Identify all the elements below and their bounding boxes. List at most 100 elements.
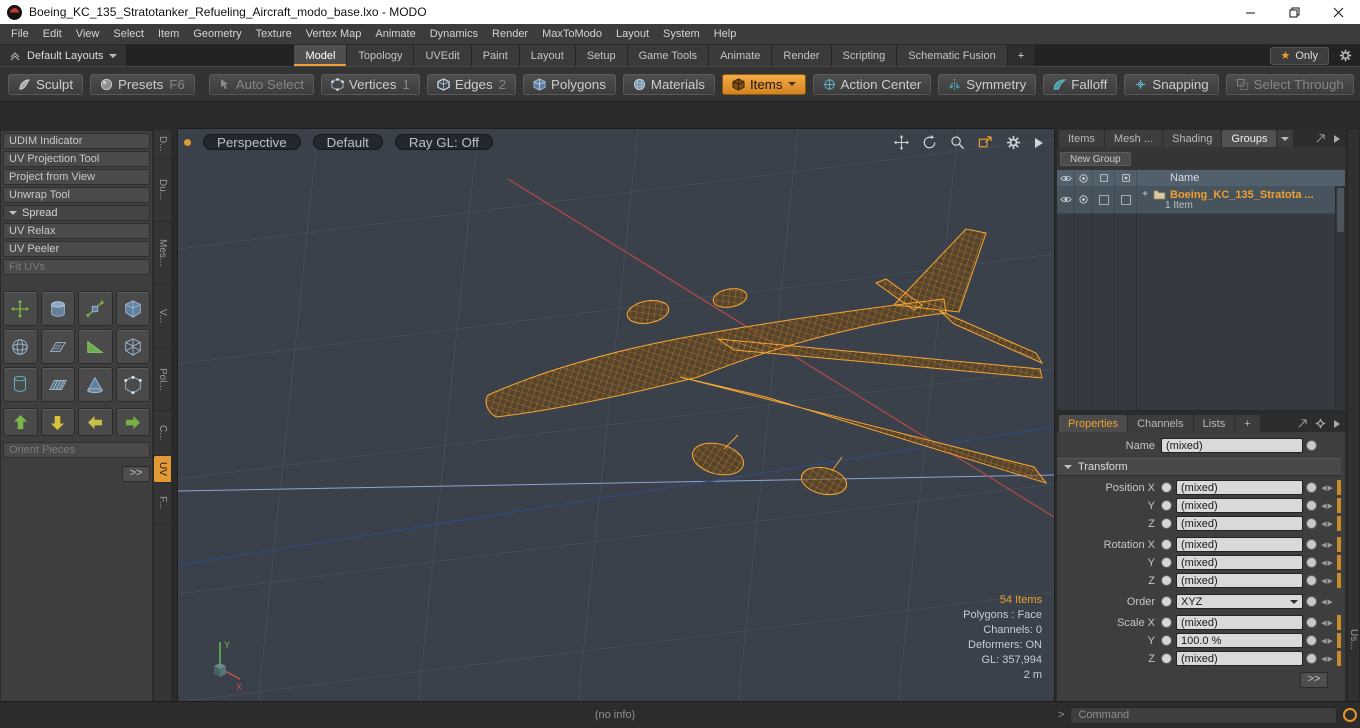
channel-toggle[interactable]	[1161, 500, 1172, 511]
tab-topology[interactable]: Topology	[347, 45, 415, 66]
gear-icon[interactable]	[1315, 418, 1326, 429]
tab-properties[interactable]: Properties	[1059, 415, 1128, 432]
channel-toggle[interactable]	[1161, 539, 1172, 550]
channel-dot-icon[interactable]	[1306, 539, 1317, 550]
tab-model[interactable]: Model	[294, 45, 348, 66]
panel-expand-icon[interactable]	[1333, 419, 1341, 429]
panel-expand-icon[interactable]	[1333, 134, 1341, 144]
menu-item[interactable]: Texture	[249, 28, 299, 40]
expand-toggle[interactable]: +	[1141, 189, 1149, 200]
zoom-icon[interactable]	[950, 135, 965, 150]
tab-render[interactable]: Render	[772, 45, 832, 66]
rotation-z-input[interactable]	[1176, 573, 1303, 588]
items-button[interactable]: Items	[721, 73, 806, 95]
value-spinner[interactable]: ◀▶	[1320, 577, 1335, 585]
channel-toggle[interactable]	[1161, 596, 1172, 607]
uv-sphere-tool-button[interactable]	[3, 329, 38, 364]
transform-section-header[interactable]: Transform	[1057, 458, 1341, 476]
uv-dots-tool-button[interactable]	[115, 367, 150, 402]
tab-channels[interactable]: Channels	[1128, 415, 1193, 432]
uv-stripes-tool-button[interactable]	[40, 367, 75, 402]
vertices-button[interactable]: Vertices 1	[320, 73, 420, 95]
scale-y-input[interactable]	[1176, 633, 1303, 648]
tab-mesh-ops[interactable]: Mesh ...	[1104, 130, 1163, 147]
spread-section-header[interactable]: Spread	[3, 205, 150, 221]
command-input[interactable]	[1070, 706, 1337, 724]
add-tab-button[interactable]: +	[1007, 45, 1035, 66]
menu-item[interactable]: File	[4, 28, 36, 40]
tab-setup[interactable]: Setup	[575, 45, 628, 66]
tab-layout[interactable]: Layout	[519, 45, 576, 66]
menu-item[interactable]: Geometry	[186, 28, 248, 40]
scale-z-input[interactable]	[1176, 651, 1303, 666]
uv-cup-tool-button[interactable]	[3, 367, 38, 402]
row-render-toggle[interactable]	[1075, 186, 1093, 213]
edges-button[interactable]: Edges 2	[426, 73, 517, 95]
tab-uvedit[interactable]: UVEdit	[414, 45, 472, 66]
uv-grid-tool-button[interactable]	[40, 329, 75, 364]
orbit-icon[interactable]	[922, 135, 937, 150]
order-dropdown[interactable]: XYZ	[1176, 594, 1303, 609]
tab-game-tools[interactable]: Game Tools	[627, 45, 710, 66]
value-spinner[interactable]: ◀▶	[1320, 619, 1335, 627]
value-spinner[interactable]: ◀▶	[1320, 520, 1335, 528]
left-panel-more-button[interactable]: >>	[122, 466, 150, 482]
menu-item[interactable]: System	[656, 28, 707, 40]
close-button[interactable]	[1316, 0, 1360, 24]
uv-projection-tool-button[interactable]: UV Projection Tool	[3, 151, 150, 167]
tab-groups[interactable]: Groups	[1222, 130, 1277, 147]
popout-icon[interactable]	[1297, 418, 1308, 429]
snapping-button[interactable]: Snapping	[1124, 73, 1219, 95]
action-center-button[interactable]: Action Center	[812, 73, 932, 95]
uv-box-tool-button[interactable]	[115, 329, 150, 364]
side-tab-v[interactable]: V...	[154, 285, 171, 348]
viewport-projection-button[interactable]: Perspective	[203, 134, 301, 150]
channel-dot-icon[interactable]	[1306, 500, 1317, 511]
channel-dot-icon[interactable]	[1306, 440, 1317, 451]
scrollbar-thumb[interactable]	[1337, 188, 1344, 232]
properties-more-button[interactable]: >>	[1300, 672, 1328, 688]
udim-indicator-button[interactable]: UDIM Indicator	[3, 133, 150, 149]
auto-select-button[interactable]: Auto Select	[208, 73, 314, 95]
pack-right-button[interactable]	[115, 408, 150, 436]
name-column-header[interactable]: Name	[1137, 172, 1199, 184]
side-tab-f[interactable]: F...	[154, 483, 171, 524]
pack-left-button[interactable]	[78, 408, 113, 436]
row-visibility-toggle[interactable]	[1057, 186, 1075, 213]
command-history-chevron[interactable]: >	[1058, 709, 1064, 721]
value-spinner[interactable]: ◀▶	[1320, 637, 1335, 645]
only-toggle[interactable]: ★ Only	[1269, 46, 1329, 65]
channel-dot-icon[interactable]	[1306, 653, 1317, 664]
viewport-raygl-button[interactable]: Ray GL: Off	[394, 134, 493, 150]
channel-toggle[interactable]	[1161, 482, 1172, 493]
minimize-button[interactable]	[1228, 0, 1272, 24]
menu-item[interactable]: Render	[485, 28, 535, 40]
menu-item[interactable]: Animate	[368, 28, 422, 40]
render-column-header[interactable]	[1075, 170, 1093, 186]
menu-item[interactable]: Item	[151, 28, 186, 40]
viewport-3d[interactable]: Perspective Default Ray GL: Off 54 Items…	[177, 128, 1055, 704]
side-tab-pol[interactable]: Pol...	[154, 348, 171, 411]
channel-dot-icon[interactable]	[1306, 557, 1317, 568]
uv-transform-tool-button[interactable]	[3, 291, 38, 326]
fit-uvs-button[interactable]: Fit UVs	[3, 259, 150, 275]
value-spinner[interactable]: ◀▶	[1320, 655, 1335, 663]
viewport-expand-arrow-icon[interactable]	[1034, 137, 1044, 149]
materials-button[interactable]: Materials	[622, 73, 715, 95]
tab-items[interactable]: Items	[1059, 130, 1104, 147]
channel-toggle[interactable]	[1161, 653, 1172, 664]
maximize-viewport-icon[interactable]	[978, 135, 993, 150]
channel-dot-icon[interactable]	[1306, 575, 1317, 586]
side-tab-user[interactable]: Us...	[1348, 629, 1359, 650]
restore-button[interactable]	[1272, 0, 1316, 24]
uv-scale-tool-button[interactable]	[78, 291, 113, 326]
value-spinner[interactable]: ◀▶	[1320, 541, 1335, 549]
pan-icon[interactable]	[894, 135, 909, 150]
uv-peeler-button[interactable]: UV Peeler	[3, 241, 150, 257]
viewport-scene[interactable]	[178, 129, 1054, 703]
viewport-shading-button[interactable]: Default	[312, 134, 383, 150]
unwrap-tool-button[interactable]: Unwrap Tool	[3, 187, 150, 203]
orient-pieces-button[interactable]: Orient Pieces	[3, 442, 150, 458]
tab-paint[interactable]: Paint	[471, 45, 520, 66]
channel-dot-icon[interactable]	[1306, 482, 1317, 493]
